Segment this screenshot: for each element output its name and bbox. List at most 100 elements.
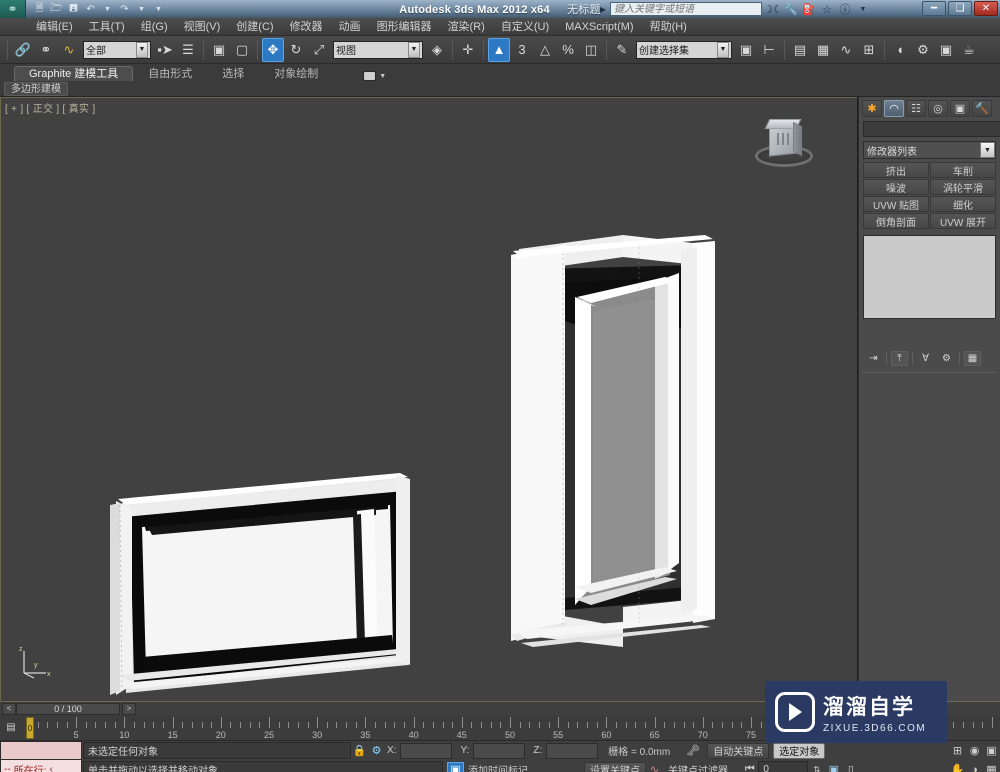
zoom-icon[interactable]: ▣ — [825, 762, 842, 772]
modifier-uvw-unwrap[interactable]: UVW 展开 — [930, 213, 996, 229]
select-and-move-icon[interactable]: ✥ — [262, 37, 284, 62]
previous-frame-button[interactable]: < — [2, 702, 16, 715]
menu-tools[interactable]: 工具(T) — [81, 18, 133, 36]
menu-edit[interactable]: 编辑(E) — [28, 18, 81, 36]
coord-z-field[interactable] — [546, 742, 599, 759]
key-toggle-icon[interactable]: 🗝 — [684, 743, 701, 759]
panel-polygon-modeling[interactable]: 多边形建模 — [4, 81, 68, 96]
view-cube-right-face[interactable] — [793, 121, 802, 157]
menu-rendering[interactable]: 渲染(R) — [440, 18, 493, 36]
key-spinner-field[interactable]: 0 — [758, 761, 809, 772]
menu-group[interactable]: 组(G) — [133, 18, 176, 36]
show-end-result-icon[interactable]: ⤒ — [891, 351, 908, 366]
mini-listener-caret-icon[interactable]: ‹ — [49, 764, 52, 772]
tab-object-paint[interactable]: 对象绘制 — [259, 66, 333, 81]
chevron-down-icon[interactable]: ▼ — [379, 73, 386, 80]
menu-create[interactable]: 创建(C) — [228, 18, 281, 36]
menu-maxscript[interactable]: MAXScript(M) — [557, 18, 641, 36]
menu-views[interactable]: 视图(V) — [176, 18, 229, 36]
cp-tab-modify[interactable]: ◠ — [884, 99, 904, 117]
selected-object-dropdown[interactable]: 选定对象 — [773, 742, 826, 759]
named-selection-sets-dropdown[interactable]: 创建选择集 ▼ — [636, 40, 732, 59]
select-and-scale-icon[interactable]: ⤢ — [308, 38, 330, 62]
rectangular-selection-region-icon[interactable]: ▣ — [208, 38, 230, 62]
edit-named-selection-sets-icon[interactable]: ✎ — [611, 38, 633, 62]
modifier-stack-list[interactable] — [863, 235, 996, 319]
ribbon-display-options[interactable]: ▼ — [363, 71, 386, 81]
chevron-down-icon[interactable]: ▼ — [717, 41, 729, 58]
select-object-icon[interactable]: ▪➤ — [154, 38, 176, 62]
redo-dropdown-icon[interactable]: ▼ — [134, 2, 149, 16]
tab-graphite-modeling-tools[interactable]: Graphite 建模工具 — [14, 66, 134, 81]
layer-manager-icon[interactable]: ▤ — [789, 38, 811, 62]
material-editor-icon[interactable]: ◖ — [889, 38, 911, 62]
chevron-down-icon[interactable]: ▼ — [136, 41, 148, 58]
zoom-extents-icon[interactable]: ▣ — [983, 743, 1000, 759]
time-slider-handle[interactable]: 0 — [26, 717, 34, 739]
add-time-tag-label[interactable]: 添加时间标记 — [468, 762, 528, 772]
select-and-link-icon[interactable]: 🔗 — [12, 38, 34, 62]
snaps-toggle-icon[interactable]: ▲ — [488, 37, 510, 62]
modifier-lathe[interactable]: 车削 — [930, 162, 996, 178]
menu-help[interactable]: 帮助(H) — [642, 18, 695, 36]
zoom-region-icon[interactable]: ▯ — [842, 762, 859, 772]
absolute-relative-transform-icon[interactable]: ⚙ — [368, 743, 385, 759]
menu-graph-editors[interactable]: 图形编辑器 — [369, 18, 440, 36]
menu-animation[interactable]: 动画 — [331, 18, 369, 36]
add-time-tag-icon[interactable]: ▣ — [447, 761, 464, 772]
use-pivot-point-center-icon[interactable]: ◈ — [426, 38, 448, 62]
mirror-icon[interactable]: ▣ — [735, 38, 757, 62]
app-logo-icon[interactable]: ⚭ — [0, 0, 26, 18]
mini-listener-output[interactable] — [0, 741, 82, 760]
toolbar-grip[interactable] — [7, 39, 8, 60]
cp-tab-create[interactable]: ✱ — [862, 99, 882, 117]
chevron-down-icon[interactable]: ▼ — [980, 142, 995, 158]
set-key-icon[interactable]: ▤ — [2, 719, 20, 735]
window-crossing-icon[interactable]: ▢ — [231, 38, 253, 62]
snaps-3-icon[interactable]: 3 — [511, 38, 533, 62]
minimize-button[interactable]: ━ — [922, 1, 946, 16]
cp-tab-motion[interactable]: ◎ — [928, 99, 948, 117]
view-cube[interactable] — [753, 119, 815, 175]
viewport-orthographic[interactable]: [ + ] [ 正交 ] [ 真实 ] z x y — [0, 97, 858, 701]
angle-snap-toggle-icon[interactable]: △ — [534, 38, 556, 62]
wrench-icon[interactable]: 🔧 — [784, 2, 798, 16]
cp-tab-utilities[interactable]: 🔨 — [972, 99, 992, 117]
tab-freeform[interactable]: 自由形式 — [133, 66, 207, 81]
object-name-input[interactable] — [863, 121, 1000, 137]
maximize-button[interactable]: ❑ — [948, 1, 972, 16]
key-filters-curve-icon[interactable]: ∿ — [646, 762, 663, 772]
subscription-icon[interactable]: ⛽ — [802, 2, 816, 16]
viewport-label[interactable]: [ + ] [ 正交 ] [ 真实 ] — [5, 100, 95, 115]
customize-qat-icon[interactable]: ▼ — [151, 2, 166, 16]
key-step-icon[interactable]: ⏮ — [741, 762, 758, 772]
help-dropdown-icon[interactable]: ▼ — [856, 2, 870, 16]
key-filters-button[interactable]: 关键点过滤器... — [663, 762, 741, 772]
graphite-toggle-icon[interactable]: ▦ — [812, 38, 834, 62]
modifier-tessellate[interactable]: 细化 — [930, 196, 996, 212]
percent-snap-toggle-icon[interactable]: % — [557, 38, 579, 62]
next-frame-button[interactable]: > — [122, 702, 136, 715]
undo-dropdown-icon[interactable]: ▼ — [100, 2, 115, 16]
rendered-frame-window-icon[interactable]: ▣ — [935, 38, 957, 62]
selection-filter-dropdown[interactable]: 全部 ▼ — [83, 40, 151, 59]
binoculars-icon[interactable]: ☽☾ — [763, 2, 783, 16]
modifier-bevel-profile[interactable]: 倒角剖面 — [863, 213, 929, 229]
zoom-all-icon[interactable]: ⊞ — [949, 743, 966, 759]
unlink-selection-icon[interactable]: ⚭ — [35, 38, 57, 62]
arc-rotate-icon[interactable]: ◑ — [966, 762, 983, 772]
cp-tab-display[interactable]: ▣ — [950, 99, 970, 117]
window-frame-open-casement[interactable] — [505, 227, 735, 672]
favorites-star-icon[interactable]: ☆ — [820, 2, 834, 16]
modifier-noise[interactable]: 噪波 — [863, 179, 929, 195]
modifier-uvw-map[interactable]: UVW 贴图 — [863, 196, 929, 212]
current-frame-indicator[interactable]: 0 / 100 — [16, 702, 120, 715]
make-unique-icon[interactable]: ∀ — [917, 351, 934, 366]
open-file-icon[interactable]: 🗁 — [49, 2, 64, 16]
modifier-turbosmooth[interactable]: 涡轮平滑 — [930, 179, 996, 195]
redo-icon[interactable]: ↷ — [117, 2, 132, 16]
render-production-icon[interactable]: ☕ — [958, 38, 980, 62]
reference-coordinate-system-dropdown[interactable]: 视图 ▼ — [333, 40, 423, 59]
remove-modifier-icon[interactable]: ⚙ — [938, 351, 955, 366]
modifier-extrude[interactable]: 挤出 — [863, 162, 929, 178]
